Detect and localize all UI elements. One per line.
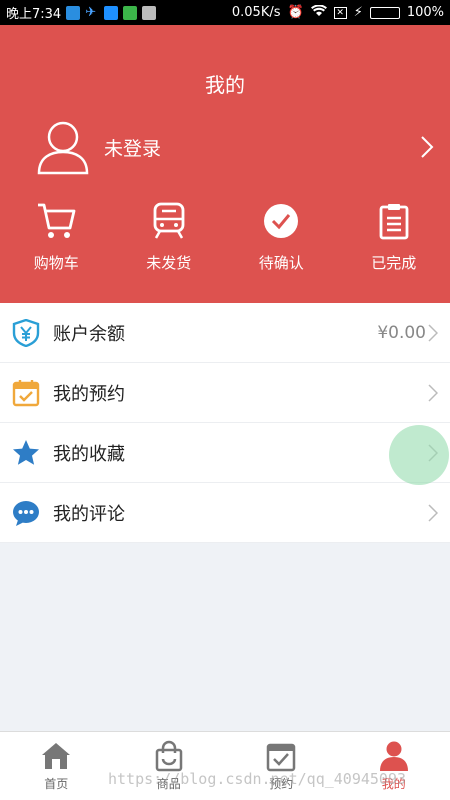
wifi-icon (310, 3, 327, 21)
login-label: 未登录 (104, 137, 162, 160)
profile-header: 我的 未登录 购物车 未发货 待确认 已完成 (0, 25, 450, 303)
menu-label: 我的预约 (53, 383, 125, 405)
menu-item-balance[interactable]: 账户余额 ¥0.00 (0, 303, 450, 363)
tab-mine[interactable]: 我的 (338, 732, 450, 800)
shortcut-cart[interactable]: 购物车 (0, 200, 113, 285)
app-icon-gray (142, 5, 157, 20)
battery-percent: 100% (406, 5, 444, 20)
yuan-shield-icon (12, 318, 40, 347)
menu-item-favorites[interactable]: 我的收藏 (0, 423, 450, 483)
home-icon (42, 743, 71, 769)
menu-label: 我的收藏 (53, 443, 125, 465)
menu-label: 我的评论 (53, 503, 125, 525)
alarm-icon: ⏰ (287, 5, 304, 20)
shortcut-label: 待确认 (258, 254, 304, 272)
menu-list: 账户余额 ¥0.00 我的预约 我的收藏 我的评论 (0, 303, 450, 543)
shortcut-pending[interactable]: 待确认 (225, 200, 338, 285)
tab-appointments[interactable]: 预约 (225, 732, 338, 800)
calendar-check-icon (12, 379, 40, 406)
touch-ripple (389, 425, 449, 485)
chevron-right-icon (428, 503, 438, 522)
chevron-right-icon (421, 136, 434, 158)
menu-item-appointments[interactable]: 我的预约 (0, 363, 450, 423)
tab-products[interactable]: 商品 (113, 732, 226, 800)
bird-icon: ✈ (85, 4, 97, 20)
status-time: 晚上7:34 (6, 7, 62, 22)
shortcut-label: 购物车 (33, 254, 79, 272)
shortcut-completed[interactable]: 已完成 (338, 200, 450, 285)
shortcut-unshipped[interactable]: 未发货 (113, 200, 226, 285)
tab-home[interactable]: 首页 (0, 732, 113, 800)
notification-icon (66, 5, 81, 20)
clipboard-icon (379, 204, 409, 240)
balance-value: ¥0.00 (377, 322, 426, 343)
net-speed: 0.05K/s (231, 5, 281, 20)
train-icon (153, 202, 185, 239)
shopping-bag-icon (155, 740, 182, 772)
app-icon-green (123, 5, 138, 20)
bottom-tab-bar: 首页 商品 预约 我的 (0, 731, 450, 800)
avatar-icon (37, 121, 89, 175)
person-icon (379, 741, 408, 771)
order-shortcuts: 购物车 未发货 待确认 已完成 (0, 200, 450, 285)
shortcut-label: 未发货 (146, 254, 192, 272)
chat-bubble-icon (13, 500, 39, 526)
login-row[interactable]: 未登录 (0, 115, 450, 179)
tab-label: 首页 (44, 777, 69, 791)
cart-icon (38, 203, 76, 238)
check-circle-icon (264, 204, 299, 238)
page-title: 我的 (205, 73, 245, 97)
charging-icon: ⚡ (353, 5, 363, 20)
chevron-right-icon (428, 383, 438, 402)
sim-icon: ✕ (333, 6, 347, 19)
star-icon (13, 439, 39, 465)
app-icon (104, 5, 119, 20)
watermark: https://blog.csdn.net/qq_40945093 (108, 770, 407, 788)
battery-icon (369, 6, 400, 19)
menu-item-comments[interactable]: 我的评论 (0, 483, 450, 543)
shortcut-label: 已完成 (371, 254, 417, 272)
chevron-right-icon (428, 323, 438, 342)
menu-label: 账户余额 (53, 323, 125, 345)
calendar-check-icon (267, 743, 296, 772)
status-bar: 晚上7:34 ✈ 0.05K/s ⏰ ✕ ⚡ 100% (0, 0, 450, 25)
